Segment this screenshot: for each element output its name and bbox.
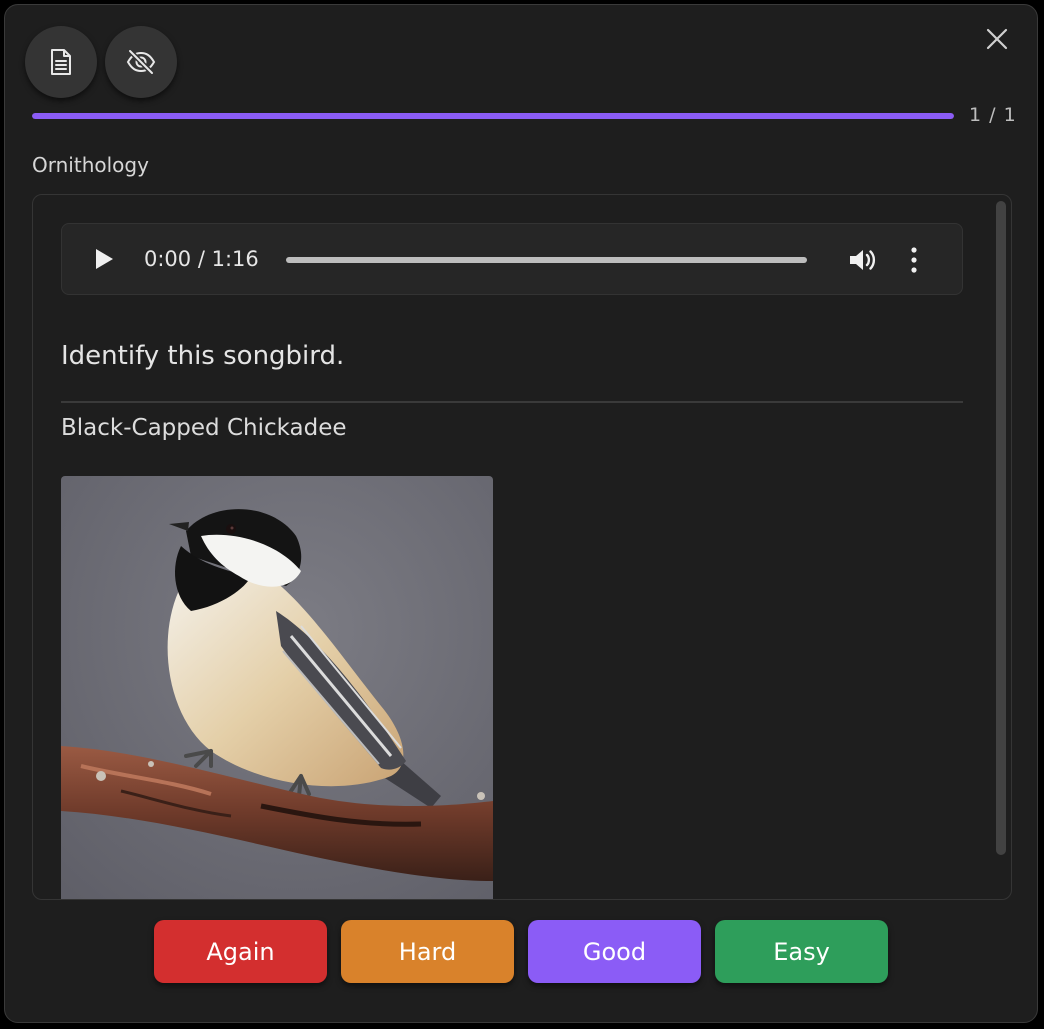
audio-time: 0:00 / 1:16	[144, 247, 259, 271]
bird-photo	[61, 476, 493, 899]
good-button[interactable]: Good	[528, 920, 701, 983]
card-content: 0:00 / 1:16 Identify this songbird. Blac…	[32, 194, 1012, 900]
more-vertical-icon[interactable]	[908, 246, 920, 274]
close-button[interactable]	[983, 25, 1011, 53]
progress-bar-fill	[32, 113, 954, 119]
audio-player: 0:00 / 1:16	[61, 223, 963, 295]
progress-bar	[32, 113, 954, 119]
hard-button[interactable]: Hard	[341, 920, 514, 983]
close-icon	[986, 28, 1008, 50]
card-scrollbar[interactable]	[996, 201, 1006, 855]
chickadee-illustration	[61, 476, 493, 899]
volume-icon[interactable]	[848, 246, 878, 274]
review-modal: 1 / 1 Ornithology 0:00 / 1:16 Identify t…	[4, 4, 1038, 1023]
hide-button[interactable]	[105, 26, 177, 98]
eye-off-icon	[126, 49, 156, 75]
answer-divider	[61, 401, 963, 403]
easy-button[interactable]: Easy	[715, 920, 888, 983]
progress-counter: 1 / 1	[969, 104, 1017, 126]
deck-name: Ornithology	[32, 153, 149, 177]
card-question: Identify this songbird.	[61, 341, 345, 371]
card-answer: Black-Capped Chickadee	[61, 415, 347, 441]
audio-seek-bar[interactable]	[286, 257, 807, 263]
play-icon[interactable]	[96, 249, 113, 269]
again-button[interactable]: Again	[154, 920, 327, 983]
notes-button[interactable]	[25, 26, 97, 98]
file-text-icon	[51, 49, 71, 75]
